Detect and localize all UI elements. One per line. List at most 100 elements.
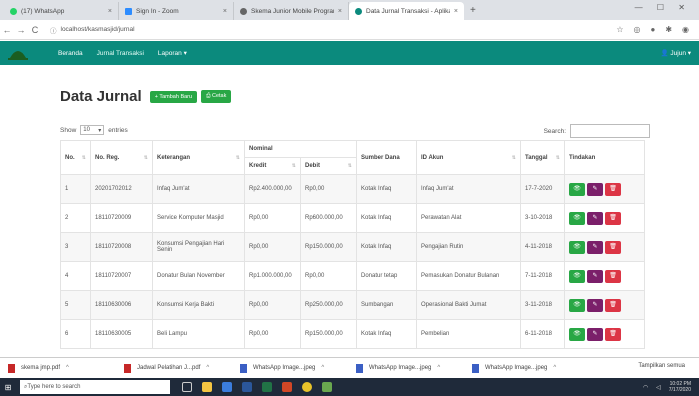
table-row: 4 18110720007 Donatur Bulan November Rp1…	[60, 261, 645, 291]
download-item[interactable]: WhatsApp Image...jpeg ^	[232, 363, 348, 373]
col-no[interactable]: No. ⇅	[60, 140, 91, 175]
cell-kredit: Rp0,00	[244, 290, 301, 320]
cell-tindakan: 👁 ✎ 🗑	[564, 290, 645, 320]
profile-icon[interactable]: ◉	[682, 25, 689, 34]
cell-tindakan: 👁 ✎ 🗑	[564, 319, 645, 349]
delete-button[interactable]: 🗑	[605, 298, 621, 312]
download-name: WhatsApp Image...jpeg	[253, 365, 316, 371]
word-icon[interactable]	[242, 382, 252, 392]
download-name: WhatsApp Image...jpeg	[485, 365, 548, 371]
window-controls[interactable]: — ☐ ✕	[635, 3, 691, 12]
tab-title: Skema Junior Mobile Programmer	[251, 7, 334, 15]
col-sumber-dana[interactable]: Sumber Dana	[356, 140, 417, 175]
new-tab-button[interactable]: +	[470, 2, 476, 20]
col-no-reg[interactable]: No. Reg. ⇅	[90, 140, 153, 175]
tab-zoom[interactable]: Sign In - Zoom ×	[119, 2, 234, 20]
close-icon[interactable]: ×	[108, 8, 112, 15]
clock[interactable]: 10:02 PM 7/17/2020	[669, 381, 691, 393]
chevron-up-icon[interactable]: ^	[206, 365, 209, 371]
chevron-up-icon[interactable]: ^	[321, 365, 324, 371]
windows-start-icon[interactable]: ⊞	[0, 383, 16, 392]
tab-skema[interactable]: Skema Junior Mobile Programmer ×	[234, 2, 349, 20]
edit-button[interactable]: ✎	[587, 211, 603, 225]
edit-button[interactable]: ✎	[587, 182, 603, 196]
col-debit[interactable]: Debit ⇅	[300, 157, 357, 175]
download-item[interactable]: WhatsApp Image...jpeg ^	[464, 363, 580, 373]
edit-button[interactable]: ✎	[587, 269, 603, 283]
nav-laporan[interactable]: Laporan ▾	[158, 49, 187, 57]
app-icon[interactable]	[322, 382, 332, 392]
back-button[interactable]: ←	[0, 25, 14, 35]
col-kredit[interactable]: Kredit ⇅	[244, 157, 301, 175]
user-menu[interactable]: 👤 Jujun ▾	[660, 49, 691, 57]
extension-icon[interactable]: ◎	[633, 25, 640, 34]
close-icon[interactable]: ×	[223, 8, 227, 15]
info-icon[interactable]: ⓘ	[50, 25, 57, 35]
col-tanggal[interactable]: Tanggal ⇅	[520, 140, 565, 175]
reload-button[interactable]: C	[28, 25, 42, 35]
delete-button[interactable]: 🗑	[605, 240, 621, 254]
volume-icon[interactable]: ◁	[656, 384, 661, 391]
cell-sumber-dana: Kotak Infaq	[356, 232, 417, 262]
extension-icon[interactable]: ●	[650, 25, 655, 34]
cell-sumber-dana: Sumbangan	[356, 290, 417, 320]
taskbar-search-input[interactable]: ⌕ Type here to search	[20, 380, 170, 394]
cell-tanggal: 4-11-2018	[520, 232, 565, 262]
edit-button[interactable]: ✎	[587, 327, 603, 341]
entries-select[interactable]: 10 ▾	[80, 125, 105, 135]
task-view-icon[interactable]	[182, 382, 192, 392]
cell-tanggal: 6-11-2018	[520, 319, 565, 349]
cell-no: 4	[60, 261, 91, 291]
add-new-button[interactable]: + Tambah Baru	[149, 90, 198, 103]
puzzle-icon[interactable]: ✱	[665, 25, 672, 34]
download-item[interactable]: WhatsApp Image...jpeg ^	[348, 363, 464, 373]
powerpoint-icon[interactable]	[282, 382, 292, 392]
nav-beranda[interactable]: Beranda	[58, 50, 83, 57]
edit-button[interactable]: ✎	[587, 240, 603, 254]
delete-button[interactable]: 🗑	[605, 327, 621, 341]
view-button[interactable]: 👁	[569, 240, 585, 254]
excel-icon[interactable]	[262, 382, 272, 392]
cell-no: 5	[60, 290, 91, 320]
forward-button[interactable]: →	[14, 25, 28, 35]
view-button[interactable]: 👁	[569, 182, 585, 196]
tab-data-jurnal[interactable]: Data Jurnal Transaksi - Aplikasi K ×	[349, 2, 464, 20]
cell-kredit: Rp1.000.000,00	[244, 261, 301, 291]
download-item[interactable]: Jadwal Pelatihan J...pdf ^	[116, 363, 232, 373]
col-keterangan[interactable]: Keterangan ⇅	[152, 140, 245, 175]
view-button[interactable]: 👁	[569, 269, 585, 283]
close-icon[interactable]: ×	[454, 8, 458, 15]
store-icon[interactable]	[222, 382, 232, 392]
whatsapp-icon	[10, 7, 17, 15]
download-name: skema jmp.pdf	[21, 365, 61, 371]
show-all-downloads-button[interactable]: Tampilkan semua	[638, 363, 685, 369]
view-button[interactable]: 👁	[569, 211, 585, 225]
nav-jurnal-transaksi[interactable]: Jurnal Transaksi	[97, 50, 144, 57]
star-icon[interactable]: ☆	[616, 25, 623, 34]
close-icon[interactable]: ×	[338, 8, 342, 15]
delete-button[interactable]: 🗑	[605, 182, 621, 196]
pdf-file-icon	[8, 363, 15, 373]
search-input[interactable]	[570, 124, 650, 138]
chevron-up-icon[interactable]: ^	[437, 365, 440, 371]
wifi-icon[interactable]: ◠	[643, 384, 648, 391]
cell-keterangan: Konsumsi Pengajian Hari Senin	[152, 232, 245, 262]
cell-tanggal: 17-7-2020	[520, 174, 565, 204]
chevron-up-icon[interactable]: ^	[553, 365, 556, 371]
col-id-akun[interactable]: ID Akun ⇅	[416, 140, 521, 175]
search-placeholder: Type here to search	[27, 384, 81, 390]
edit-button[interactable]: ✎	[587, 298, 603, 312]
chrome-icon[interactable]	[302, 382, 312, 392]
delete-button[interactable]: 🗑	[605, 211, 621, 225]
cell-debit: Rp150.000,00	[300, 232, 357, 262]
image-file-icon	[356, 363, 363, 373]
download-item[interactable]: skema jmp.pdf ^	[0, 363, 116, 373]
view-button[interactable]: 👁	[569, 298, 585, 312]
print-button[interactable]: ⎙ Cetak	[201, 90, 232, 103]
url-field[interactable]: ⓘ localhost/kasmasjid/jurnal	[50, 23, 616, 37]
view-button[interactable]: 👁	[569, 327, 585, 341]
tab-whatsapp[interactable]: (17) WhatsApp ×	[4, 2, 119, 20]
delete-button[interactable]: 🗑	[605, 269, 621, 283]
chevron-up-icon[interactable]: ^	[66, 365, 69, 371]
file-explorer-icon[interactable]	[202, 382, 212, 392]
